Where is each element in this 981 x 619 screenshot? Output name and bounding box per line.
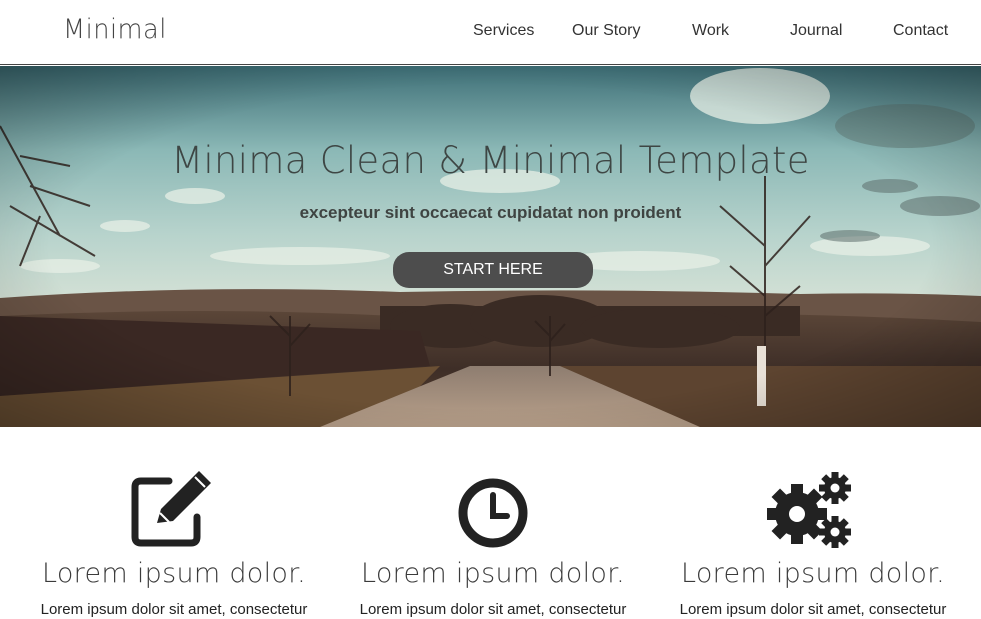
start-here-button[interactable]: START HERE [393,252,593,288]
hero-subtitle: excepteur sint occaecat cupidatat non pr… [299,203,682,222]
feature-title: Lorem ipsum dolor. [360,558,626,589]
feature-text: Lorem ipsum dolor sit amet, consectetur [359,601,627,618]
gears-icon [767,472,851,548]
hero-background-image [0,66,981,427]
hero-section: Minima Clean & Minimal Template excepteu… [0,66,981,427]
feature-title: Lorem ipsum dolor. [680,558,946,589]
edit-icon [131,471,211,547]
feature-text: Lorem ipsum dolor sit amet, consectetur [40,601,308,618]
nav-link-contact[interactable]: Contact [893,22,948,40]
feature-card-gears: Lorem ipsum dolor. Lorem ipsum dolor sit… [653,470,973,618]
nav-link-work[interactable]: Work [692,22,729,40]
site-logo[interactable]: Minimal [63,14,167,45]
feature-card-clock: Lorem ipsum dolor. Lorem ipsum dolor sit… [333,470,653,618]
nav-link-services[interactable]: Services [473,22,534,40]
feature-title: Lorem ipsum dolor. [41,558,307,589]
hero-title: Minima Clean & Minimal Template [171,139,810,182]
feature-text: Lorem ipsum dolor sit amet, consectetur [679,601,947,618]
nav-link-journal[interactable]: Journal [790,22,842,40]
clock-icon [458,478,528,548]
nav-link-our-story[interactable]: Our Story [572,22,640,40]
feature-card-edit: Lorem ipsum dolor. Lorem ipsum dolor sit… [14,470,334,618]
site-header: Minimal Services Our Story Work Journal … [0,0,981,65]
